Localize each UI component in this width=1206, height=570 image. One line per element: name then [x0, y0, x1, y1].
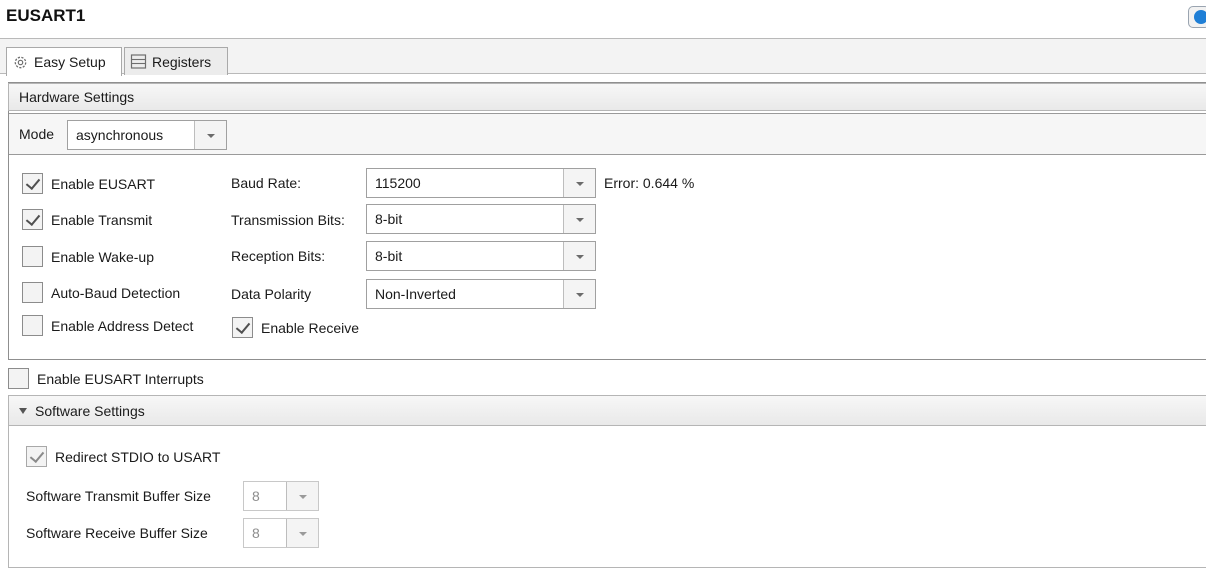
reception-bits-select[interactable]: 8-bit: [366, 241, 596, 271]
checkbox-box[interactable]: [8, 368, 29, 389]
enable-receive-checkbox[interactable]: Enable Receive: [232, 317, 359, 338]
mode-select[interactable]: asynchronous: [67, 120, 227, 150]
section-title: Software Settings: [35, 402, 145, 419]
data-polarity-select[interactable]: Non-Inverted: [366, 279, 596, 309]
page-title: EUSART1: [6, 6, 86, 25]
chevron-down-icon[interactable]: [563, 205, 595, 233]
tab-registers[interactable]: Registers: [124, 47, 228, 75]
checkbox-label: Redirect STDIO to USART: [55, 448, 221, 465]
tx-buffer-size-select[interactable]: 8: [243, 481, 319, 511]
section-title: Hardware Settings: [19, 89, 135, 105]
data-polarity-label: Data Polarity: [231, 286, 312, 302]
tx-buffer-size-value: 8: [252, 488, 260, 504]
rx-buffer-size-value: 8: [252, 525, 260, 541]
baud-rate-label: Baud Rate:: [231, 175, 302, 191]
checkbox-label: Enable Address Detect: [51, 317, 194, 334]
transmission-bits-label: Transmission Bits:: [231, 212, 345, 228]
help-icon[interactable]: [1188, 6, 1206, 28]
chevron-down-icon[interactable]: [286, 482, 318, 510]
rx-buffer-size-label: Software Receive Buffer Size: [26, 525, 208, 541]
checkbox-label: Enable Wake-up: [51, 248, 154, 265]
checkbox-label: Enable EUSART Interrupts: [37, 370, 204, 387]
reception-bits-value: 8-bit: [375, 248, 403, 264]
checkbox-box[interactable]: [232, 317, 253, 338]
baud-rate-value: 115200: [375, 175, 421, 191]
chevron-down-icon[interactable]: [563, 242, 595, 270]
checkbox-box[interactable]: [22, 173, 43, 194]
enable-eusart-checkbox[interactable]: Enable EUSART: [22, 173, 155, 194]
checkbox-box[interactable]: [22, 209, 43, 230]
enable-eusart-interrupts-checkbox[interactable]: Enable EUSART Interrupts: [8, 368, 204, 389]
tab-easy-setup[interactable]: Easy Setup: [6, 47, 122, 76]
hardware-settings-header: Hardware Settings: [8, 83, 1206, 111]
register-list-icon: [130, 54, 147, 69]
mode-value: asynchronous: [76, 127, 164, 143]
chevron-down-icon[interactable]: [194, 121, 226, 149]
enable-address-detect-checkbox[interactable]: Enable Address Detect: [22, 315, 193, 336]
baud-error-text: Error: 0.644 %: [604, 175, 695, 191]
checkbox-label: Enable Transmit: [51, 211, 153, 228]
collapse-triangle-icon[interactable]: [19, 407, 27, 414]
rx-buffer-size-select[interactable]: 8: [243, 518, 319, 548]
checkbox-label: Enable Receive: [261, 319, 360, 336]
checkbox-label: Auto-Baud Detection: [51, 284, 181, 301]
tab-label: Easy Setup: [34, 54, 106, 70]
auto-baud-detection-checkbox[interactable]: Auto-Baud Detection: [22, 282, 180, 303]
enable-transmit-checkbox[interactable]: Enable Transmit: [22, 209, 152, 230]
data-polarity-value: Non-Inverted: [375, 286, 456, 302]
chevron-down-icon[interactable]: [286, 519, 318, 547]
enable-wakeup-checkbox[interactable]: Enable Wake-up: [22, 246, 154, 267]
gear-icon: [14, 56, 27, 68]
mode-row: Mode asynchronous: [9, 113, 1206, 155]
transmission-bits-select[interactable]: 8-bit: [366, 204, 596, 234]
checkbox-box[interactable]: [22, 315, 43, 336]
checkbox-box[interactable]: [22, 246, 43, 267]
baud-rate-select[interactable]: 115200: [366, 168, 596, 198]
checkbox-box[interactable]: [26, 446, 47, 467]
chevron-down-icon[interactable]: [563, 169, 595, 197]
software-settings-header[interactable]: Software Settings: [8, 395, 1206, 426]
tab-bar: Easy Setup Registers: [0, 38, 1206, 76]
tab-label: Registers: [152, 53, 212, 70]
chevron-down-icon[interactable]: [563, 280, 595, 308]
reception-bits-label: Reception Bits:: [231, 248, 326, 264]
checkbox-label: Enable EUSART: [51, 175, 156, 192]
tx-buffer-size-label: Software Transmit Buffer Size: [26, 488, 211, 504]
mode-label: Mode: [19, 126, 55, 142]
redirect-stdio-checkbox[interactable]: Redirect STDIO to USART: [26, 446, 220, 467]
transmission-bits-value: 8-bit: [375, 211, 403, 227]
checkbox-box[interactable]: [22, 282, 43, 303]
